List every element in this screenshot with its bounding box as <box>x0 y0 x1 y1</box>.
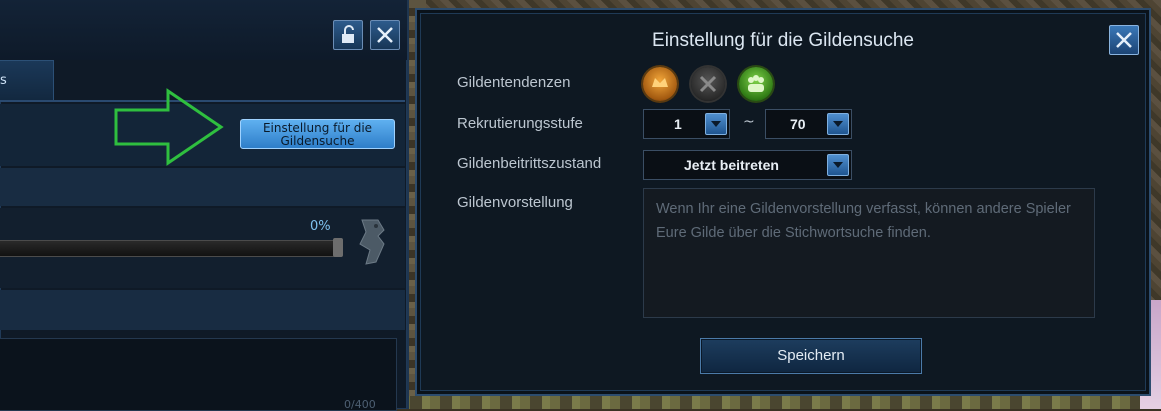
introduction-textarea[interactable]: Wenn Ihr eine Gildenvorstellung verfasst… <box>643 188 1095 318</box>
guild-search-settings-dialog: Einstellung für die Gildensuche Gildente… <box>415 8 1151 396</box>
recruit-level-max-select[interactable]: 70 <box>765 109 852 139</box>
social-icon-glyph <box>748 75 764 92</box>
introduction-placeholder: Wenn Ihr eine Gildenvorstellung verfasst… <box>656 201 1071 241</box>
progress-bar-cap <box>333 238 343 257</box>
dialog-title: Einstellung für die Gildensuche <box>652 30 914 51</box>
join-state-value: Jetzt beitreten <box>684 157 779 173</box>
unlock-icon[interactable] <box>333 20 363 50</box>
recruit-level-min-value: 1 <box>674 116 682 132</box>
progress-bar <box>0 240 341 257</box>
recruit-level-max-value: 70 <box>790 116 806 132</box>
char-counter: 0/400 <box>344 398 376 411</box>
join-state-label: Gildenbeitrittszustand <box>457 155 602 172</box>
unlock-icon-glyph <box>342 25 354 43</box>
chevron-down-icon[interactable] <box>705 113 727 135</box>
guild-panel: s Einstellung für die Gildensuche 0% 0/4… <box>0 0 409 411</box>
guild-emblem-icon <box>359 219 385 265</box>
arrow-right-icon <box>114 88 224 166</box>
chevron-down-icon[interactable] <box>827 113 849 135</box>
level-range-separator: ~ <box>743 114 755 130</box>
pve-icon[interactable] <box>643 67 677 101</box>
tab-guild[interactable]: s <box>0 60 54 102</box>
panel-row <box>0 168 405 206</box>
guild-search-settings-button[interactable]: Einstellung für die Gildensuche <box>240 119 395 149</box>
save-button[interactable]: Speichern <box>700 338 922 374</box>
pvp-icon-glyph <box>699 75 717 93</box>
close-icon-glyph <box>1116 32 1132 48</box>
social-icon[interactable] <box>739 67 773 101</box>
background-scenery-bottom <box>400 396 1161 409</box>
pve-icon-glyph <box>652 78 668 87</box>
chevron-down-icon[interactable] <box>827 154 849 176</box>
guild-notice-textbox[interactable] <box>0 338 397 411</box>
pvp-icon[interactable] <box>691 67 725 101</box>
progress-percent: 0% <box>310 219 331 234</box>
recruit-level-min-select[interactable]: 1 <box>643 109 730 139</box>
close-icon[interactable] <box>370 20 400 50</box>
close-icon[interactable] <box>1109 25 1139 55</box>
join-state-select[interactable]: Jetzt beitreten <box>643 150 852 180</box>
recruit-level-label: Rekrutierungsstufe <box>457 115 583 132</box>
tendencies-label: Gildentendenzen <box>457 74 571 91</box>
introduction-label: Gildenvorstellung <box>457 194 573 211</box>
close-icon-glyph <box>377 27 393 43</box>
panel-row <box>0 290 405 330</box>
